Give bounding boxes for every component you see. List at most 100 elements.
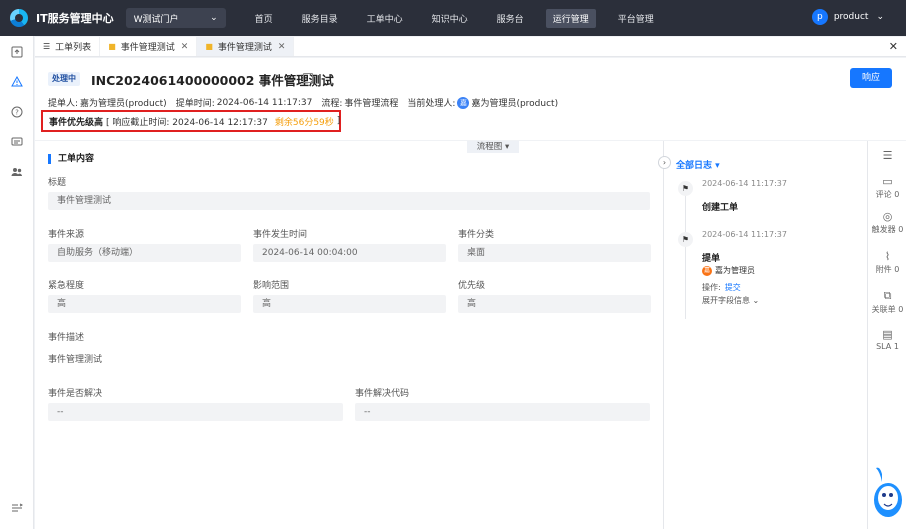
nav-item-service-catalog[interactable]: 服务目录 bbox=[295, 9, 345, 28]
tab-incident-test-1[interactable]: ■ 事件管理测试 ✕ bbox=[100, 37, 198, 56]
submitter-label: 提单人: bbox=[48, 99, 79, 109]
expand-menu-icon[interactable] bbox=[9, 502, 25, 518]
field-label-category: 事件分类 bbox=[458, 230, 495, 240]
flag-icon: ⚑ bbox=[678, 181, 693, 196]
close-all-tabs-icon[interactable]: ✕ bbox=[889, 40, 898, 53]
chevron-right-icon[interactable]: › bbox=[658, 156, 671, 169]
close-icon[interactable]: ✕ bbox=[181, 42, 189, 52]
expand-fields-link[interactable]: 展开字段信息 ⌄ bbox=[702, 295, 759, 306]
all-logs-filter[interactable]: 全部日志 ▾ bbox=[676, 158, 720, 171]
avatar: 嘉 bbox=[457, 96, 470, 109]
section-title: 工单内容 bbox=[48, 154, 94, 164]
page-tabs: ☰ 工单列表 ■ 事件管理测试 ✕ ■ 事件管理测试 ✕ ✕ bbox=[35, 37, 906, 57]
field-value-urgency: 高 bbox=[48, 295, 241, 313]
related-tickets-tab[interactable]: ⧉ 关联单 0 bbox=[868, 289, 906, 315]
rail-label: 触发器 0 bbox=[871, 225, 904, 234]
ticket-title: INC2024061400000002 事件管理测试 bbox=[91, 73, 334, 88]
nav-item-service-desk[interactable]: 服务台 bbox=[490, 9, 531, 28]
ticket-meta: 提单人: 嘉为管理员(product) 提单时间: 2024-06-14 11:… bbox=[48, 96, 560, 109]
nav-item-home[interactable]: 首页 bbox=[248, 9, 280, 28]
sla-icon: ▤ bbox=[882, 328, 893, 341]
log-event: 提单 bbox=[702, 254, 721, 264]
help-icon[interactable]: ? bbox=[9, 106, 25, 122]
ticket-header: 处理中 INC2024061400000002 事件管理测试 响应 提单人: 嘉… bbox=[35, 58, 906, 140]
chevron-down-icon: ⌄ bbox=[876, 12, 884, 22]
flowchart-toggle[interactable]: 流程图 ▾ bbox=[467, 141, 519, 153]
field-label-description: 事件描述 bbox=[48, 333, 85, 343]
nav-item-knowledge-center[interactable]: 知识中心 bbox=[425, 9, 475, 28]
flow-label: 流程: bbox=[321, 99, 343, 109]
folder-icon: ■ bbox=[108, 42, 116, 51]
timeline-line bbox=[685, 189, 686, 319]
triggers-tab[interactable]: ◎ 触发器 0 bbox=[868, 210, 906, 235]
app-logo-icon[interactable] bbox=[10, 9, 28, 27]
log-operation: 操作: 提交 bbox=[702, 282, 741, 293]
assistant-bot-icon[interactable] bbox=[870, 464, 904, 520]
trigger-icon: ◎ bbox=[882, 210, 893, 223]
tab-incident-test-2[interactable]: ■ 事件管理测试 ✕ bbox=[197, 37, 295, 56]
flag-icon: ⚑ bbox=[678, 232, 693, 247]
portal-select-value: W测试门户 bbox=[133, 14, 179, 25]
user-menu[interactable]: p product ⌄ bbox=[811, 9, 884, 25]
field-label-source: 事件来源 bbox=[48, 230, 85, 240]
field-value-resolved: -- bbox=[48, 403, 343, 421]
nav-item-operations[interactable]: 运行管理 bbox=[545, 8, 596, 28]
nav-item-platform[interactable]: 平台管理 bbox=[611, 9, 661, 28]
top-nav-bar: IT服务管理中心 W测试门户 ⌄ 首页 服务目录 工单中心 知识中心 服务台 运… bbox=[0, 0, 906, 36]
field-value-priority: 高 bbox=[458, 295, 651, 313]
rail-label: SLA 1 bbox=[876, 342, 899, 351]
attachment-icon: ⌇ bbox=[884, 250, 891, 263]
submitter-value: 嘉为管理员(product) bbox=[80, 99, 167, 109]
log-panel: › 全部日志 ▾ ⚑ 2024-06-14 11:17:37 创建工单 ⚑ 20… bbox=[658, 141, 867, 529]
tab-label: 事件管理测试 bbox=[120, 43, 175, 53]
upload-icon[interactable] bbox=[9, 46, 25, 62]
priority-label: 事件优先级高 bbox=[49, 117, 104, 128]
tab-ticket-list[interactable]: ☰ 工单列表 bbox=[35, 37, 101, 56]
attachments-tab[interactable]: ⌇ 附件 0 bbox=[868, 250, 906, 275]
field-value-source: 自助服务（移动端） bbox=[48, 244, 241, 262]
nav-item-ticket-center[interactable]: 工单中心 bbox=[360, 9, 410, 28]
field-label-occur-time: 事件发生时间 bbox=[253, 230, 308, 240]
copy-icon[interactable] bbox=[303, 73, 313, 83]
field-value-occur-time: 2024-06-14 00:04:00 bbox=[253, 244, 446, 262]
alert-icon[interactable] bbox=[9, 75, 25, 92]
comments-tab[interactable]: ▭ 评论 0 bbox=[868, 175, 906, 200]
submit-time-value: 2024-06-14 11:17:37 bbox=[216, 97, 313, 108]
tab-label: 工单列表 bbox=[55, 43, 92, 53]
ticket-content: 流程图 ▾ 工单内容 标题 事件管理测试 事件来源 自助服务（移动端） 事件发生… bbox=[35, 141, 663, 529]
field-value-impact: 高 bbox=[253, 295, 446, 313]
list-icon: ☰ bbox=[43, 42, 51, 51]
field-label-urgency: 紧急程度 bbox=[48, 281, 85, 291]
submit-time-label: 提单时间: bbox=[175, 99, 215, 109]
close-icon[interactable]: ✕ bbox=[278, 42, 286, 52]
remaining-time: 剩余56分59秒 bbox=[274, 117, 334, 128]
field-value-title: 事件管理测试 bbox=[48, 192, 650, 210]
left-rail: ? bbox=[0, 36, 34, 529]
sla-tab[interactable]: ▤ SLA 1 bbox=[868, 328, 906, 351]
log-user-name: 嘉为管理员 bbox=[715, 266, 755, 275]
field-label-resolved: 事件是否解决 bbox=[48, 389, 103, 399]
monitor-icon[interactable] bbox=[9, 136, 25, 152]
handler-value: 嘉为管理员(product) bbox=[471, 99, 559, 109]
link-ticket-icon: ⧉ bbox=[883, 289, 892, 302]
user-name: product bbox=[833, 12, 869, 22]
handler-label: 当前处理人: bbox=[407, 99, 456, 109]
app-title[interactable]: IT服务管理中心 bbox=[36, 10, 114, 26]
priority-deadline-box: 事件优先级高 [ 响应截止时间: 2024-06-14 12:17:37 剩余5… bbox=[41, 110, 341, 132]
main-nav: 首页 服务目录 工单中心 知识中心 服务台 运行管理 平台管理 bbox=[248, 0, 676, 36]
respond-button[interactable]: 响应 bbox=[850, 68, 892, 88]
log-op-value: 提交 bbox=[724, 283, 741, 292]
avatar: 嘉 bbox=[702, 265, 712, 276]
field-label-title: 标题 bbox=[48, 178, 67, 188]
collapse-list-icon[interactable]: ☰ bbox=[868, 149, 906, 163]
field-value-category: 桌面 bbox=[458, 244, 651, 262]
field-label-priority: 优先级 bbox=[458, 281, 486, 291]
field-label-impact: 影响范围 bbox=[253, 281, 290, 291]
portal-select[interactable]: W测试门户 ⌄ bbox=[125, 8, 226, 28]
users-icon[interactable] bbox=[9, 166, 25, 182]
log-event: 创建工单 bbox=[702, 203, 739, 213]
folder-icon: ■ bbox=[205, 42, 213, 51]
avatar: p bbox=[811, 9, 828, 25]
bracket-close: ] bbox=[336, 116, 341, 126]
log-time: 2024-06-14 11:17:37 bbox=[702, 230, 787, 239]
